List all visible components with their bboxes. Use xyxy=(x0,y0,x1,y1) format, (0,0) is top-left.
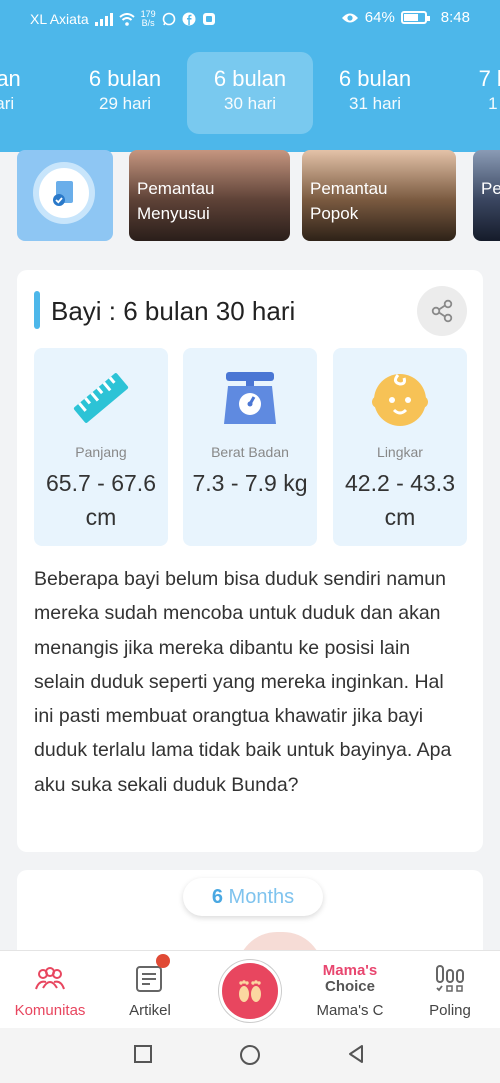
battery-percent: 64% xyxy=(364,9,395,26)
scale-icon xyxy=(224,372,276,424)
tab-age-prev-1[interactable]: 6 bulan 29 hari xyxy=(62,52,188,134)
tab-age-line1: 6 bulan xyxy=(338,66,412,91)
baby-info-card: Bayi : 6 bulan 30 hari Panjang 65.7 - 67… xyxy=(17,270,483,852)
metric-label: Panjang xyxy=(75,444,127,460)
title-accent-bar xyxy=(34,291,40,329)
feature-row: Pemantau Menyusui Pemantau Popok Pe xyxy=(0,150,500,242)
months-number: 6 xyxy=(211,886,223,908)
metric-label: Berat Badan xyxy=(211,444,289,460)
tab-age-line1: 6 bulan xyxy=(88,66,162,91)
share-icon xyxy=(431,299,453,323)
feature-label: Pemantau Menyusui xyxy=(137,179,215,223)
logo-line2: Choice xyxy=(324,978,375,995)
facebook-icon xyxy=(182,12,196,26)
feature-label: Pe xyxy=(481,179,500,198)
metric-value: 42.2 - 43.3 cm xyxy=(345,470,455,530)
community-icon xyxy=(35,967,65,990)
nav-label: Komunitas xyxy=(14,1002,86,1019)
mamas-choice-logo: Mama's Choice xyxy=(310,963,390,995)
age-tabs: ulan hari 6 bulan 29 hari 6 bulan 30 har… xyxy=(0,52,500,134)
feature-journal-button[interactable] xyxy=(17,150,113,241)
ruler-icon xyxy=(73,373,129,423)
metric-value: 65.7 - 67.6 cm xyxy=(46,470,156,530)
tab-age-current[interactable]: 6 bulan 30 hari xyxy=(187,52,313,134)
development-description: Beberapa bayi belum bisa duduk sendiri n… xyxy=(34,568,452,796)
tab-age-prev-2[interactable]: ulan hari xyxy=(0,52,63,134)
network-speed: 179 B/s xyxy=(140,9,156,28)
book-check-icon xyxy=(33,162,95,224)
tab-age-line2: 1 h xyxy=(488,94,500,113)
back-icon[interactable] xyxy=(346,1044,366,1064)
status-bar: XL Axiata 179 B/s 64% 8:48 xyxy=(0,0,500,36)
tab-age-line2: hari xyxy=(0,94,15,113)
tab-age-line2: 31 hari xyxy=(349,94,401,113)
months-word: Months xyxy=(228,886,295,908)
nav-label: Artikel xyxy=(129,1002,171,1019)
notification-dot xyxy=(156,954,170,968)
feature-nursing-tracker[interactable]: Pemantau Menyusui xyxy=(129,150,290,241)
tab-age-next-1[interactable]: 6 bulan 31 hari xyxy=(312,52,438,134)
app-notification-icon xyxy=(202,13,215,25)
recents-icon[interactable] xyxy=(133,1044,153,1064)
baby-face-icon xyxy=(372,374,428,426)
nav-mamas-choice[interactable]: Mama's Choice Mama's C xyxy=(300,951,400,1029)
poll-icon xyxy=(436,965,464,992)
app-header: XL Axiata 179B/s 64% 8:48 ulan hari 6 bu… xyxy=(0,0,500,152)
tab-age-next-2[interactable]: 7 bu 1 h xyxy=(437,52,500,134)
logo-line1: Mama's xyxy=(322,962,378,979)
eye-icon xyxy=(341,13,358,22)
metric-value: 7.3 - 7.9 kg xyxy=(192,470,308,496)
nav-komunitas[interactable]: Komunitas xyxy=(0,951,100,1029)
tab-age-line1: 6 bulan xyxy=(213,66,287,91)
signal-icon xyxy=(94,12,113,26)
home-icon[interactable] xyxy=(239,1044,261,1066)
clock: 8:48 xyxy=(440,9,470,26)
metric-label: Lingkar xyxy=(377,444,423,460)
wifi-icon xyxy=(118,12,135,26)
feature-next[interactable]: Pe xyxy=(473,150,500,241)
nav-poling[interactable]: Poling xyxy=(400,951,500,1029)
months-badge: 6 Months xyxy=(183,878,323,916)
nav-label: Poling xyxy=(429,1002,471,1019)
card-title: Bayi : 6 bulan 30 hari xyxy=(51,296,296,326)
share-button[interactable] xyxy=(417,286,467,336)
feature-label: Pemantau Popok xyxy=(310,179,388,223)
whatsapp-icon xyxy=(162,12,175,26)
system-nav-bar xyxy=(0,1028,500,1083)
tab-age-line1: 7 bu xyxy=(478,66,500,91)
metric-head-circumference: Lingkar 42.2 - 43.3 cm xyxy=(333,348,467,546)
metric-weight: Berat Badan 7.3 - 7.9 kg xyxy=(183,348,317,546)
carrier-name: XL Axiata xyxy=(30,11,89,27)
tab-age-line1: ulan xyxy=(0,66,21,91)
tab-age-line2: 29 hari xyxy=(99,94,151,113)
nav-center-button[interactable] xyxy=(219,960,281,1022)
battery-icon xyxy=(400,11,430,24)
metric-length: Panjang 65.7 - 67.6 cm xyxy=(34,348,168,546)
nav-label: Mama's C xyxy=(316,1002,384,1019)
tab-age-line2: 30 hari xyxy=(224,94,276,113)
feature-diaper-tracker[interactable]: Pemantau Popok xyxy=(302,150,456,241)
nav-artikel[interactable]: Artikel xyxy=(100,951,200,1029)
baby-feet-icon xyxy=(239,980,261,1002)
